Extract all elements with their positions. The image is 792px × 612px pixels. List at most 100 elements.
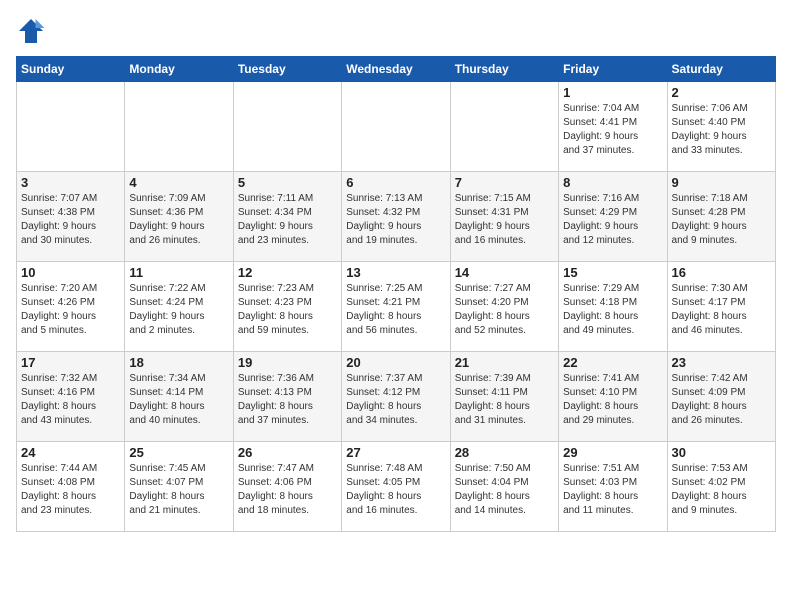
day-info: Sunrise: 7:30 AM Sunset: 4:17 PM Dayligh… bbox=[672, 282, 771, 338]
day-number: 18 bbox=[129, 355, 228, 370]
calendar-cell: 22Sunrise: 7:41 AM Sunset: 4:10 PM Dayli… bbox=[559, 352, 667, 442]
day-number: 25 bbox=[129, 445, 228, 460]
day-number: 16 bbox=[672, 265, 771, 280]
day-number: 19 bbox=[238, 355, 337, 370]
day-info: Sunrise: 7:06 AM Sunset: 4:40 PM Dayligh… bbox=[672, 102, 771, 158]
calendar-week-row: 3 Sunrise: 7:07 AM Sunset: 4:38 PM Daylig… bbox=[17, 172, 776, 262]
calendar-cell: 15 Sunrise: 7:29 AM Sunset: 4:18 PM Dayli… bbox=[559, 262, 667, 352]
day-number: 15 bbox=[563, 265, 662, 280]
day-number: 14 bbox=[455, 265, 554, 280]
day-info: Sunrise: 7:37 AM Sunset: 4:12 PM Dayligh… bbox=[346, 372, 445, 428]
day-number: 4 bbox=[129, 175, 228, 190]
calendar-cell bbox=[125, 82, 233, 172]
column-header-thursday: Thursday bbox=[450, 57, 558, 82]
calendar-cell: 12 Sunrise: 7:23 AM Sunset: 4:23 PM Dayli… bbox=[233, 262, 341, 352]
day-number: 13 bbox=[346, 265, 445, 280]
calendar-cell: 10 Sunrise: 7:20 AM Sunset: 4:26 PM Dayli… bbox=[17, 262, 125, 352]
calendar-cell: 6 Sunrise: 7:13 AM Sunset: 4:32 PM Daylig… bbox=[342, 172, 450, 262]
calendar-week-row: 1 Sunrise: 7:04 AM Sunset: 4:41 PM Daylig… bbox=[17, 82, 776, 172]
column-header-saturday: Saturday bbox=[667, 57, 775, 82]
calendar-cell: 30 Sunrise: 7:53 AM Sunset: 4:02 PM Dayli… bbox=[667, 442, 775, 532]
calendar-cell: 21Sunrise: 7:39 AM Sunset: 4:11 PM Dayli… bbox=[450, 352, 558, 442]
calendar-cell bbox=[450, 82, 558, 172]
calendar-cell bbox=[233, 82, 341, 172]
calendar-cell: 23 Sunrise: 7:42 AM Sunset: 4:09 PM Dayli… bbox=[667, 352, 775, 442]
day-info: Sunrise: 7:42 AM Sunset: 4:09 PM Dayligh… bbox=[672, 372, 771, 428]
calendar-cell: 29 Sunrise: 7:51 AM Sunset: 4:03 PM Dayli… bbox=[559, 442, 667, 532]
day-number: 11 bbox=[129, 265, 228, 280]
day-info: Sunrise: 7:18 AM Sunset: 4:28 PM Dayligh… bbox=[672, 192, 771, 248]
day-info: Sunrise: 7:39 AM Sunset: 4:11 PM Dayligh… bbox=[455, 372, 554, 428]
day-info: Sunrise: 7:16 AM Sunset: 4:29 PM Dayligh… bbox=[563, 192, 662, 248]
day-info: Sunrise: 7:36 AM Sunset: 4:13 PM Dayligh… bbox=[238, 372, 337, 428]
day-number: 23 bbox=[672, 355, 771, 370]
day-info: Sunrise: 7:48 AM Sunset: 4:05 PM Dayligh… bbox=[346, 462, 445, 518]
day-number: 26 bbox=[238, 445, 337, 460]
page-header bbox=[16, 16, 776, 46]
calendar-cell bbox=[17, 82, 125, 172]
column-header-tuesday: Tuesday bbox=[233, 57, 341, 82]
day-number: 6 bbox=[346, 175, 445, 190]
day-number: 27 bbox=[346, 445, 445, 460]
day-info: Sunrise: 7:04 AM Sunset: 4:41 PM Dayligh… bbox=[563, 102, 662, 158]
day-info: Sunrise: 7:47 AM Sunset: 4:06 PM Dayligh… bbox=[238, 462, 337, 518]
calendar-header-row: SundayMondayTuesdayWednesdayThursdayFrid… bbox=[17, 57, 776, 82]
calendar-cell: 16 Sunrise: 7:30 AM Sunset: 4:17 PM Dayli… bbox=[667, 262, 775, 352]
column-header-sunday: Sunday bbox=[17, 57, 125, 82]
day-info: Sunrise: 7:09 AM Sunset: 4:36 PM Dayligh… bbox=[129, 192, 228, 248]
day-number: 8 bbox=[563, 175, 662, 190]
calendar-cell: 28 Sunrise: 7:50 AM Sunset: 4:04 PM Dayli… bbox=[450, 442, 558, 532]
day-number: 17 bbox=[21, 355, 120, 370]
day-number: 2 bbox=[672, 85, 771, 100]
calendar-cell: 4 Sunrise: 7:09 AM Sunset: 4:36 PM Daylig… bbox=[125, 172, 233, 262]
calendar-cell: 13Sunrise: 7:25 AM Sunset: 4:21 PM Dayli… bbox=[342, 262, 450, 352]
day-number: 29 bbox=[563, 445, 662, 460]
day-info: Sunrise: 7:41 AM Sunset: 4:10 PM Dayligh… bbox=[563, 372, 662, 428]
day-number: 30 bbox=[672, 445, 771, 460]
day-info: Sunrise: 7:23 AM Sunset: 4:23 PM Dayligh… bbox=[238, 282, 337, 338]
calendar-cell: 24 Sunrise: 7:44 AM Sunset: 4:08 PM Dayli… bbox=[17, 442, 125, 532]
day-number: 1 bbox=[563, 85, 662, 100]
logo bbox=[16, 16, 50, 46]
day-number: 12 bbox=[238, 265, 337, 280]
calendar-cell: 3 Sunrise: 7:07 AM Sunset: 4:38 PM Daylig… bbox=[17, 172, 125, 262]
calendar-table: SundayMondayTuesdayWednesdayThursdayFrid… bbox=[16, 56, 776, 532]
calendar-cell: 7Sunrise: 7:15 AM Sunset: 4:31 PM Daylig… bbox=[450, 172, 558, 262]
calendar-cell: 19 Sunrise: 7:36 AM Sunset: 4:13 PM Dayli… bbox=[233, 352, 341, 442]
day-info: Sunrise: 7:07 AM Sunset: 4:38 PM Dayligh… bbox=[21, 192, 120, 248]
calendar-cell: 17 Sunrise: 7:32 AM Sunset: 4:16 PM Dayli… bbox=[17, 352, 125, 442]
day-info: Sunrise: 7:27 AM Sunset: 4:20 PM Dayligh… bbox=[455, 282, 554, 338]
day-number: 10 bbox=[21, 265, 120, 280]
day-info: Sunrise: 7:50 AM Sunset: 4:04 PM Dayligh… bbox=[455, 462, 554, 518]
day-number: 28 bbox=[455, 445, 554, 460]
calendar-cell: 14 Sunrise: 7:27 AM Sunset: 4:20 PM Dayli… bbox=[450, 262, 558, 352]
column-header-monday: Monday bbox=[125, 57, 233, 82]
calendar-cell: 27 Sunrise: 7:48 AM Sunset: 4:05 PM Dayli… bbox=[342, 442, 450, 532]
day-info: Sunrise: 7:22 AM Sunset: 4:24 PM Dayligh… bbox=[129, 282, 228, 338]
calendar-cell: 25 Sunrise: 7:45 AM Sunset: 4:07 PM Dayli… bbox=[125, 442, 233, 532]
day-info: Sunrise: 7:45 AM Sunset: 4:07 PM Dayligh… bbox=[129, 462, 228, 518]
day-info: Sunrise: 7:51 AM Sunset: 4:03 PM Dayligh… bbox=[563, 462, 662, 518]
calendar-cell: 5Sunrise: 7:11 AM Sunset: 4:34 PM Daylig… bbox=[233, 172, 341, 262]
day-info: Sunrise: 7:15 AM Sunset: 4:31 PM Dayligh… bbox=[455, 192, 554, 248]
day-info: Sunrise: 7:53 AM Sunset: 4:02 PM Dayligh… bbox=[672, 462, 771, 518]
day-info: Sunrise: 7:20 AM Sunset: 4:26 PM Dayligh… bbox=[21, 282, 120, 338]
day-info: Sunrise: 7:44 AM Sunset: 4:08 PM Dayligh… bbox=[21, 462, 120, 518]
calendar-cell: 26 Sunrise: 7:47 AM Sunset: 4:06 PM Dayli… bbox=[233, 442, 341, 532]
calendar-cell: 9 Sunrise: 7:18 AM Sunset: 4:28 PM Daylig… bbox=[667, 172, 775, 262]
calendar-week-row: 17 Sunrise: 7:32 AM Sunset: 4:16 PM Dayli… bbox=[17, 352, 776, 442]
day-info: Sunrise: 7:11 AM Sunset: 4:34 PM Dayligh… bbox=[238, 192, 337, 248]
day-info: Sunrise: 7:29 AM Sunset: 4:18 PM Dayligh… bbox=[563, 282, 662, 338]
day-info: Sunrise: 7:13 AM Sunset: 4:32 PM Dayligh… bbox=[346, 192, 445, 248]
calendar-week-row: 10 Sunrise: 7:20 AM Sunset: 4:26 PM Dayli… bbox=[17, 262, 776, 352]
calendar-cell: 2 Sunrise: 7:06 AM Sunset: 4:40 PM Daylig… bbox=[667, 82, 775, 172]
day-info: Sunrise: 7:34 AM Sunset: 4:14 PM Dayligh… bbox=[129, 372, 228, 428]
column-header-wednesday: Wednesday bbox=[342, 57, 450, 82]
calendar-cell: 1 Sunrise: 7:04 AM Sunset: 4:41 PM Daylig… bbox=[559, 82, 667, 172]
day-number: 9 bbox=[672, 175, 771, 190]
day-number: 24 bbox=[21, 445, 120, 460]
day-number: 3 bbox=[21, 175, 120, 190]
day-info: Sunrise: 7:32 AM Sunset: 4:16 PM Dayligh… bbox=[21, 372, 120, 428]
calendar-cell: 20Sunrise: 7:37 AM Sunset: 4:12 PM Dayli… bbox=[342, 352, 450, 442]
calendar-cell: 11 Sunrise: 7:22 AM Sunset: 4:24 PM Dayli… bbox=[125, 262, 233, 352]
